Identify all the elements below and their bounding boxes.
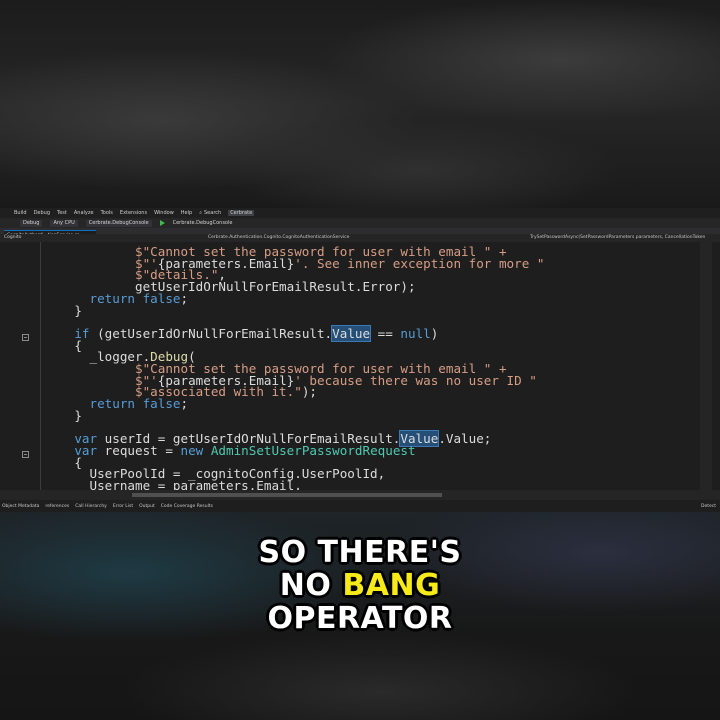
- tool-tab-object-metadata[interactable]: Object Metadata: [2, 504, 39, 509]
- menu-search[interactable]: ⌕ Search: [199, 210, 221, 216]
- menu-search-label: Search: [204, 210, 222, 216]
- code-token: false: [142, 396, 181, 412]
- run-play-icon[interactable]: [159, 220, 165, 226]
- menu-bar: Build Debug Test Analyze Tools Extension…: [0, 208, 720, 218]
- ide-window: Build Debug Test Analyze Tools Extension…: [0, 208, 720, 512]
- nav-project-dropdown[interactable]: Cognito: [4, 234, 21, 242]
- code-token: request =: [97, 442, 181, 458]
- horizontal-scrollbar[interactable]: [0, 490, 720, 500]
- code-token: null: [400, 325, 431, 341]
- startup-project-dropdown[interactable]: Cerbrate.DebugConsole: [85, 219, 152, 227]
- code-token: .Value;: [438, 431, 492, 447]
- menu-item-help[interactable]: Help: [181, 210, 192, 216]
- tool-tab-error-list[interactable]: Error List: [113, 504, 133, 509]
- caption-word-bang: BANG: [342, 568, 441, 603]
- detect-label[interactable]: Detect: [701, 504, 720, 509]
- code-token: ' because there was no user ID ": [294, 372, 537, 388]
- tool-tab-references[interactable]: references: [45, 504, 69, 509]
- code-token: ==: [370, 325, 401, 341]
- nav-member-dropdown[interactable]: TrySetPasswordAsync(SetPasswordParameter…: [530, 234, 705, 242]
- collapse-icon[interactable]: [22, 451, 29, 458]
- navigation-bar: Cognito Cerbrate.Authentication.Cognito.…: [0, 234, 720, 242]
- code-line[interactable]: Username = parameters.Email,: [44, 478, 302, 490]
- caption-line-3: OPERATOR: [267, 601, 453, 636]
- menu-item-debug[interactable]: Debug: [34, 210, 50, 216]
- code-token: '. See inner exception for more ": [294, 255, 545, 271]
- code-line[interactable]: var request = new AdminSetUserPasswordRe…: [44, 442, 416, 458]
- code-editor[interactable]: $"Cannot set the password for user with …: [44, 242, 720, 490]
- menu-item-analyze[interactable]: Analyze: [74, 210, 94, 216]
- indent-guide: [40, 242, 41, 490]
- editor-gutter: [0, 242, 44, 490]
- menu-item-tools[interactable]: Tools: [101, 210, 113, 216]
- code-token: ;: [180, 290, 189, 306]
- caption-line-1: SO THERE'S: [258, 535, 462, 570]
- run-target-button[interactable]: Cerbrate.DebugConsole: [173, 220, 233, 226]
- menu-item-build[interactable]: Build: [14, 210, 27, 216]
- tool-tab-call-hierarchy[interactable]: Call Hierarchy: [75, 504, 107, 509]
- code-token: AdminSetUserPasswordRequest: [210, 442, 416, 458]
- code-line[interactable]: if (getUserIdOrNullForEmailResult.Value …: [44, 324, 439, 342]
- tool-tab-output[interactable]: Output: [139, 504, 155, 509]
- toolbar: Debug Any CPU Cerbrate.DebugConsole Cerb…: [0, 218, 720, 228]
- collapse-icon[interactable]: [22, 334, 29, 341]
- code-token: return: [89, 396, 136, 412]
- platform-dropdown[interactable]: Any CPU: [50, 219, 78, 227]
- code-token: }: [44, 407, 82, 423]
- code-token: Value: [331, 324, 372, 342]
- code-line[interactable]: }: [44, 407, 82, 423]
- horizontal-scroll-thumb[interactable]: [132, 493, 442, 497]
- tool-window-tabs: Object Metadata references Call Hierarch…: [0, 500, 720, 512]
- code-token: ): [430, 325, 439, 341]
- vertical-scrollbar[interactable]: [700, 242, 712, 490]
- code-token: );: [301, 384, 317, 400]
- code-token: (getUserIdOrNullForEmailResult.: [89, 325, 333, 341]
- tool-tab-code-coverage[interactable]: Code Coverage Results: [161, 504, 213, 509]
- config-dropdown[interactable]: Debug: [20, 219, 43, 227]
- code-token: return: [89, 290, 136, 306]
- caption-word-no: NO: [279, 568, 332, 603]
- code-token: new: [180, 442, 204, 458]
- code-token: false: [142, 290, 181, 306]
- search-icon: ⌕: [199, 210, 202, 216]
- menu-item-window[interactable]: Window: [154, 210, 174, 216]
- nav-type-dropdown[interactable]: Cerbrate.Authentication.Cognito.CognitoA…: [208, 234, 349, 242]
- menu-item-extensions[interactable]: Extensions: [120, 210, 147, 216]
- code-token: Username = parameters.Email,: [44, 478, 302, 490]
- menu-item-test[interactable]: Test: [57, 210, 67, 216]
- caption-line-2: NO BANG: [0, 569, 720, 602]
- solution-name-badge[interactable]: Cerbrate: [228, 210, 255, 216]
- blurred-background-top: [0, 0, 720, 208]
- code-token: ;: [180, 396, 189, 412]
- code-line[interactable]: }: [44, 302, 82, 318]
- code-token: }: [44, 302, 82, 318]
